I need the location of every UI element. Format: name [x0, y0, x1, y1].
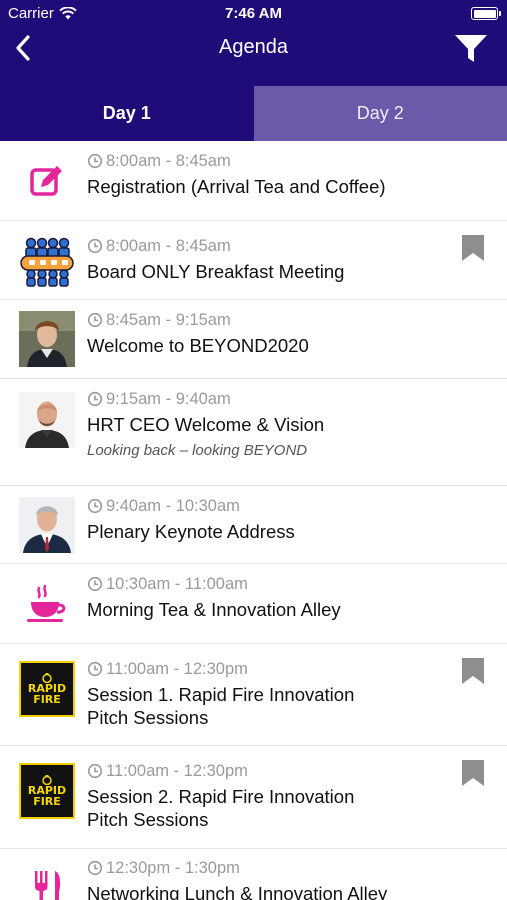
time-range: 9:15am - 9:40am	[87, 389, 447, 409]
time-range: 8:00am - 8:45am	[87, 236, 447, 256]
agenda-item-keynote[interactable]: 9:40am - 10:30am Plenary Keynote Address	[0, 486, 507, 564]
edit-icon	[19, 153, 75, 209]
coffee-cup-icon	[19, 576, 75, 632]
agenda-item-networking-lunch[interactable]: 12:30pm - 1:30pm Networking Lunch & Inno…	[0, 849, 507, 900]
speaker-photo	[19, 392, 75, 448]
session-title: Registration (Arrival Tea and Coffee)	[87, 176, 386, 197]
clock-icon	[87, 763, 103, 779]
session-title: Session 2. Rapid Fire Innovation Pitch S…	[87, 785, 447, 831]
time-range-text: 8:00am - 8:45am	[106, 236, 231, 255]
bookmark-icon[interactable]	[461, 760, 485, 786]
clock-icon	[87, 661, 103, 677]
tab-day-2[interactable]: Day 2	[253, 86, 507, 141]
session-title: Session 1. Rapid Fire Innovation Pitch S…	[87, 683, 447, 729]
tab-day-1[interactable]: Day 1	[0, 86, 254, 141]
time-range-text: 8:00am - 8:45am	[106, 151, 231, 170]
agenda-item-session-1[interactable]: RAPID FIRE 11:00am - 12:30pm Session 1. …	[0, 644, 507, 746]
clock-icon	[87, 153, 103, 169]
speaker-photo	[19, 311, 75, 367]
rapid-fire-logo: RAPID FIRE	[19, 661, 75, 717]
app-header: Carrier 7:46 AM Agenda Day 1 Day 2	[0, 0, 507, 141]
day-tabs: Day 1 Day 2	[0, 86, 507, 141]
session-title: Welcome to BEYOND2020	[87, 335, 309, 356]
time-range: 8:45am - 9:15am	[87, 310, 447, 330]
session-title: HRT CEO Welcome & Vision	[87, 414, 325, 435]
session-title-line: Session 2. Rapid Fire Innovation	[87, 786, 355, 807]
page-title: Agenda	[219, 36, 288, 58]
session-title: Networking Lunch & Innovation Alley	[87, 883, 388, 900]
clock-icon	[87, 238, 103, 254]
agenda-item-morning-tea[interactable]: 10:30am - 11:00am Morning Tea & Innovati…	[0, 564, 507, 644]
session-title: Morning Tea & Innovation Alley	[87, 599, 341, 620]
time-range-text: 9:40am - 10:30am	[106, 496, 240, 515]
clock-icon	[87, 312, 103, 328]
filter-button[interactable]	[453, 32, 489, 66]
rapid-fire-logo: RAPID FIRE	[19, 763, 75, 819]
time-range: 10:30am - 11:00am	[87, 574, 447, 594]
clock-icon	[87, 576, 103, 592]
clock-icon	[87, 860, 103, 876]
session-title: Plenary Keynote Address	[87, 521, 295, 542]
rapid-fire-line2: FIRE	[33, 795, 61, 808]
status-bar: Carrier 7:46 AM	[0, 0, 507, 28]
bookmark-icon[interactable]	[461, 235, 485, 261]
time-range-text: 11:00am - 12:30pm	[106, 659, 248, 678]
time-range-text: 11:00am - 12:30pm	[106, 761, 248, 780]
time-range: 9:40am - 10:30am	[87, 496, 447, 516]
session-subtitle: Looking back – looking BEYOND	[87, 442, 308, 459]
time-range-text: 8:45am - 9:15am	[106, 310, 231, 329]
session-title-line: Session 1. Rapid Fire Innovation	[87, 684, 355, 705]
session-title-line: Pitch Sessions	[87, 809, 209, 830]
cutlery-icon	[19, 863, 75, 900]
agenda-item-registration[interactable]: 8:00am - 8:45am Registration (Arrival Te…	[0, 141, 507, 221]
clock-icon	[87, 498, 103, 514]
agenda-item-board-breakfast[interactable]: 8:00am - 8:45am Board ONLY Breakfast Mee…	[0, 221, 507, 300]
time-range: 12:30pm - 1:30pm	[87, 858, 447, 878]
session-title: Board ONLY Breakfast Meeting	[87, 261, 345, 282]
agenda-list: 8:00am - 8:45am Registration (Arrival Te…	[0, 141, 507, 900]
board-meeting-icon	[19, 233, 75, 289]
time-range: 8:00am - 8:45am	[87, 151, 447, 171]
time-range: 11:00am - 12:30pm	[87, 659, 447, 679]
speaker-photo	[19, 497, 75, 553]
time-range: 11:00am - 12:30pm	[87, 761, 447, 781]
bookmark-icon[interactable]	[461, 658, 485, 684]
agenda-item-welcome[interactable]: 8:45am - 9:15am Welcome to BEYOND2020	[0, 300, 507, 379]
agenda-item-session-2[interactable]: RAPID FIRE 11:00am - 12:30pm Session 2. …	[0, 746, 507, 849]
time-range-text: 10:30am - 11:00am	[106, 574, 248, 593]
time-range-text: 9:15am - 9:40am	[106, 389, 231, 408]
battery-icon	[471, 7, 501, 20]
clock-icon	[87, 391, 103, 407]
time-range-text: 12:30pm - 1:30pm	[106, 858, 240, 877]
agenda-item-ceo-welcome[interactable]: 9:15am - 9:40am HRT CEO Welcome & Vision…	[0, 379, 507, 486]
session-title-line: Pitch Sessions	[87, 707, 209, 728]
rapid-fire-line2: FIRE	[33, 693, 61, 706]
nav-bar: Agenda	[0, 28, 507, 86]
filter-icon	[455, 35, 487, 62]
status-time: 7:46 AM	[225, 5, 282, 22]
